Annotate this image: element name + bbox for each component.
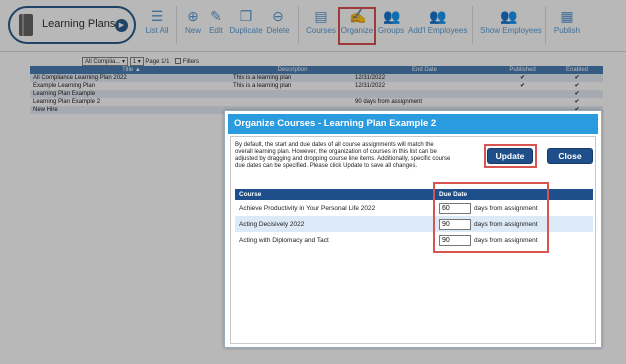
dialog-title: Organize Courses - Learning Plan Example…: [228, 114, 598, 134]
organize-courses-dialog: Organize Courses - Learning Plan Example…: [224, 110, 602, 348]
due-date-highlight: [433, 182, 549, 253]
column-course: Course: [239, 191, 262, 198]
dialog-body: By default, the start and due dates of a…: [230, 136, 596, 344]
course-name: Acting Decisively 2022: [239, 220, 305, 228]
course-name: Acting with Diplomacy and Tact: [239, 236, 329, 244]
course-name: Achieve Productivity in Your Personal Li…: [239, 204, 376, 212]
instructions-text: By default, the start and due dates of a…: [235, 142, 451, 169]
close-button[interactable]: Close: [547, 148, 593, 164]
update-button[interactable]: Update: [487, 148, 533, 164]
